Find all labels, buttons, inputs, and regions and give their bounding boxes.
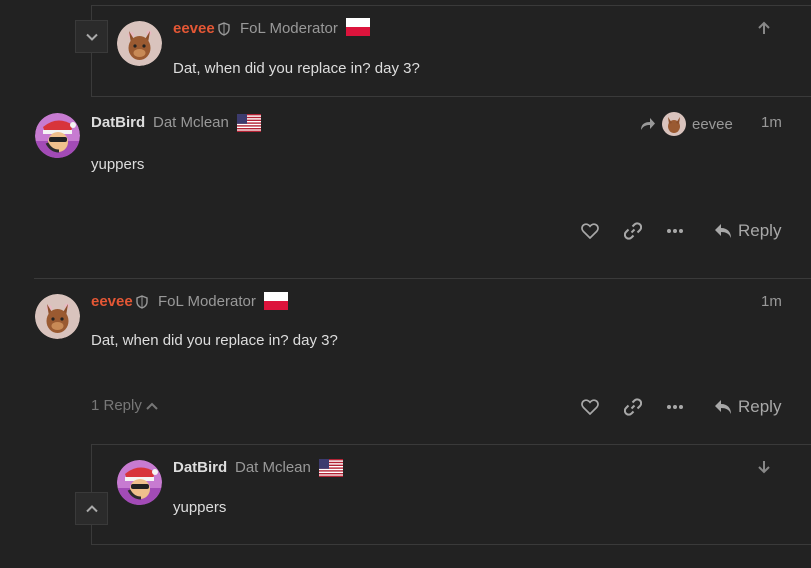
post-date[interactable]: 1m xyxy=(761,114,782,131)
post-body: Dat, when did you replace in? day 3? xyxy=(173,60,420,77)
reply-to-username: eevee xyxy=(692,115,733,133)
collapse-parent-button[interactable] xyxy=(75,20,108,53)
shield-icon xyxy=(136,295,148,309)
avatar[interactable] xyxy=(35,294,80,339)
arrow-up-icon[interactable] xyxy=(754,18,774,38)
post-body: Dat, when did you replace in? day 3? xyxy=(91,332,338,349)
more-button[interactable] xyxy=(663,219,687,243)
like-button[interactable] xyxy=(578,219,602,243)
avatar[interactable] xyxy=(117,21,162,66)
usa-flag-icon xyxy=(319,459,343,477)
copy-link-button[interactable] xyxy=(621,219,645,243)
chevron-down-icon xyxy=(85,33,98,41)
reply-arrow-icon xyxy=(715,224,731,238)
eevee-avatar-image xyxy=(35,294,80,339)
post-date[interactable]: 1m xyxy=(761,293,782,310)
username[interactable]: DatBird xyxy=(91,114,145,131)
chevron-up-icon xyxy=(146,402,158,410)
avatar xyxy=(662,112,686,136)
avatar[interactable] xyxy=(117,460,162,505)
chevron-up-icon xyxy=(85,504,98,512)
eevee-avatar-image xyxy=(117,21,162,66)
link-icon xyxy=(624,222,642,240)
ellipsis-icon xyxy=(667,229,683,233)
user-title: FoL Moderator xyxy=(158,293,256,310)
heart-icon xyxy=(581,223,599,239)
usa-flag-icon xyxy=(237,114,261,132)
arrow-down-icon[interactable] xyxy=(754,457,774,477)
full-name: Dat Mclean xyxy=(235,459,311,476)
datbird-avatar-image xyxy=(117,460,162,505)
reply-label: Reply xyxy=(738,221,782,240)
ellipsis-icon xyxy=(667,405,683,409)
like-button[interactable] xyxy=(578,395,602,419)
copy-link-button[interactable] xyxy=(621,395,645,419)
avatar[interactable] xyxy=(35,113,80,158)
link-icon xyxy=(624,398,642,416)
poland-flag-icon xyxy=(346,18,370,36)
more-button[interactable] xyxy=(663,395,687,419)
username[interactable]: eevee xyxy=(173,20,215,37)
poland-flag-icon xyxy=(264,292,288,310)
post-body: yuppers xyxy=(91,156,145,173)
reply-label: Reply xyxy=(738,397,782,416)
share-arrow-icon xyxy=(641,118,655,130)
reply-arrow-icon xyxy=(715,400,731,414)
shield-icon xyxy=(218,22,230,36)
full-name: Dat Mclean xyxy=(153,114,229,131)
reply-to-tab[interactable]: eevee xyxy=(640,112,733,136)
post-divider xyxy=(34,278,811,279)
collapse-replies-button[interactable] xyxy=(75,492,108,525)
post-body: yuppers xyxy=(173,499,227,516)
heart-icon xyxy=(581,399,599,415)
user-title: FoL Moderator xyxy=(240,20,338,37)
username[interactable]: DatBird xyxy=(173,459,227,476)
embedded-parent-post xyxy=(91,5,811,97)
datbird-avatar-image xyxy=(35,113,80,158)
show-replies-button[interactable]: 1 Reply xyxy=(91,397,158,414)
username[interactable]: eevee xyxy=(91,293,133,310)
replies-label: 1 Reply xyxy=(91,397,142,414)
reply-button[interactable]: Reply xyxy=(714,397,781,417)
reply-button[interactable]: Reply xyxy=(714,221,781,241)
